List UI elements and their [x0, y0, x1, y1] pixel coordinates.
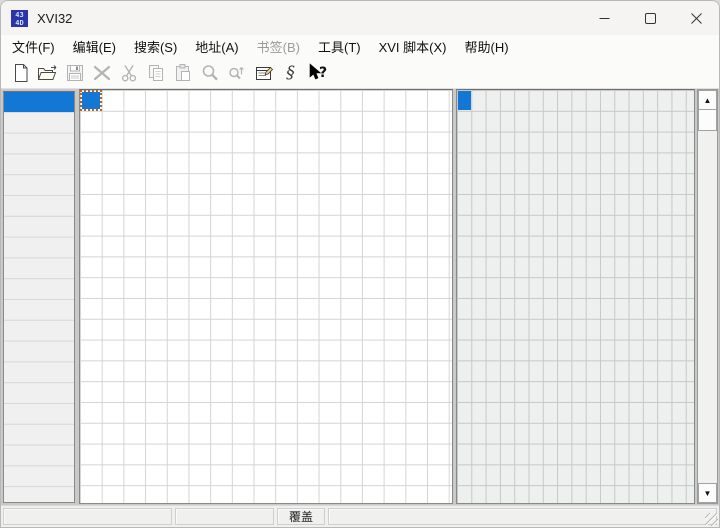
vertical-scrollbar[interactable]: ▲ ▼ [697, 89, 718, 504]
resize-grip-icon[interactable] [705, 513, 718, 526]
status-bar: 覆盖 [1, 505, 719, 527]
hex-grid[interactable] [79, 89, 453, 504]
status-panel-size [175, 508, 274, 525]
editor-area: ▲ ▼ [1, 89, 719, 505]
scroll-up-button[interactable]: ▲ [698, 90, 717, 110]
script-section-icon: § [286, 64, 295, 82]
status-panel-message [328, 508, 717, 525]
scroll-down-arrow-icon: ▼ [704, 489, 712, 498]
context-help-button[interactable]: ? [304, 60, 331, 86]
maximize-icon [645, 13, 656, 24]
close-file-button [88, 60, 115, 86]
copy-button [142, 60, 169, 86]
menu-edit[interactable]: 编辑(E) [64, 35, 125, 58]
menu-xvi-script[interactable]: XVI 脚本(X) [370, 35, 456, 58]
scrollbar-track[interactable] [698, 131, 717, 483]
help-cursor-icon: ? [306, 63, 330, 83]
svg-text:?: ? [319, 65, 327, 81]
toolbar: § ? [1, 57, 719, 89]
scrollbar-thumb[interactable] [698, 110, 717, 131]
hex-cursor-cell[interactable] [80, 90, 102, 111]
status-panel-mode[interactable]: 覆盖 [277, 508, 325, 525]
window-controls [581, 1, 719, 35]
minimize-button[interactable] [581, 1, 627, 35]
new-file-icon [11, 63, 31, 83]
replace-button [223, 60, 250, 86]
save-button [61, 60, 88, 86]
menu-tools[interactable]: 工具(T) [309, 35, 370, 58]
app-icon-line2: 4D [11, 19, 28, 27]
scroll-up-arrow-icon: ▲ [704, 96, 712, 105]
maximize-button[interactable] [627, 1, 673, 35]
open-file-button[interactable] [34, 60, 61, 86]
script-button[interactable]: § [277, 60, 304, 86]
new-file-button[interactable] [7, 60, 34, 86]
close-button[interactable] [673, 1, 719, 35]
clipboard-icon [173, 63, 193, 83]
title-bar: 43 4D XVI32 [1, 1, 719, 35]
x-delete-icon [92, 63, 112, 83]
app-icon-line1: 43 [11, 11, 28, 19]
menu-search[interactable]: 搜索(S) [125, 35, 186, 58]
paste-button [169, 60, 196, 86]
find-button [196, 60, 223, 86]
menu-help[interactable]: 帮助(H) [456, 35, 518, 58]
char-cursor-cell[interactable] [458, 91, 471, 110]
address-column[interactable] [3, 91, 75, 503]
xvi32-window: 43 4D XVI32 文件(F) [0, 0, 720, 528]
close-icon [691, 13, 702, 24]
char-grid[interactable] [456, 89, 695, 504]
xvi32-app-icon: 43 4D [11, 10, 28, 27]
copy-pages-icon [146, 63, 166, 83]
address-selected-row [4, 92, 74, 112]
scissors-icon [119, 63, 139, 83]
menu-file[interactable]: 文件(F) [3, 35, 64, 58]
status-panel-address [3, 508, 172, 525]
window-title: XVI32 [37, 11, 72, 26]
open-folder-icon [37, 63, 58, 83]
floppy-disk-icon [65, 63, 85, 83]
scroll-down-button[interactable]: ▼ [698, 483, 717, 503]
properties-button[interactable] [250, 60, 277, 86]
magnifier-arrows-icon [227, 63, 247, 83]
menu-bar: 文件(F) 编辑(E) 搜索(S) 地址(A) 书签(B) 工具(T) XVI … [1, 35, 719, 57]
magnifier-icon [200, 63, 220, 83]
menu-bookmark: 书签(B) [248, 35, 309, 58]
minimize-icon [599, 13, 610, 24]
menu-address[interactable]: 地址(A) [186, 35, 247, 58]
card-pencil-icon [254, 63, 274, 83]
cut-button [115, 60, 142, 86]
